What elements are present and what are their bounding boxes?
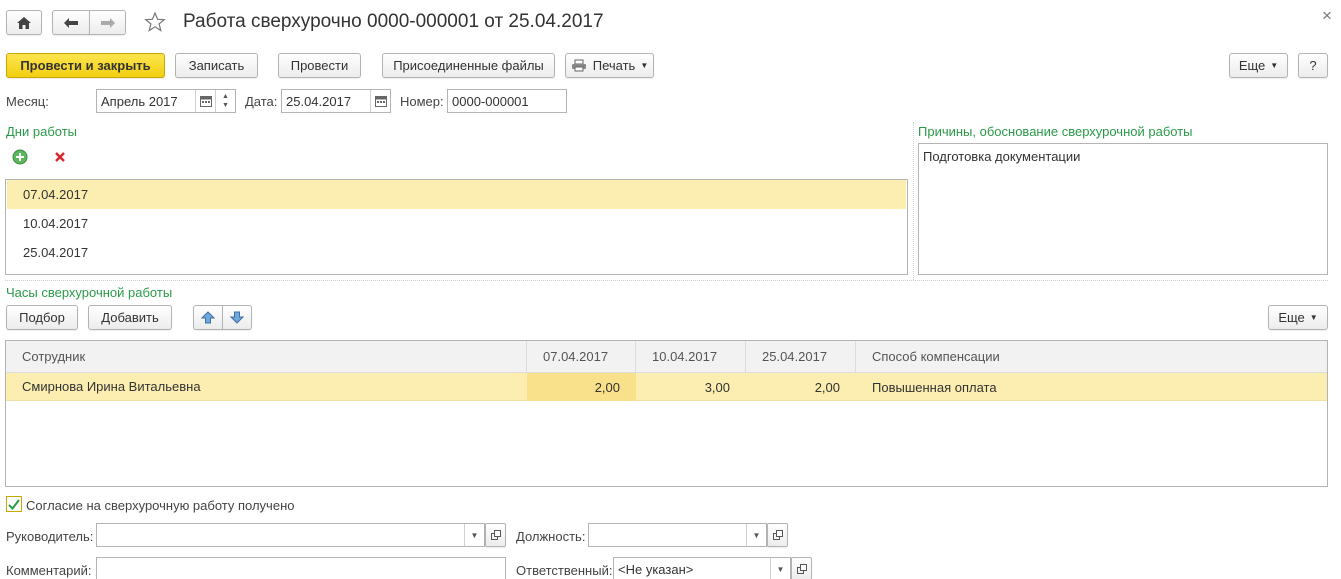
- day-value: 25.04.2017: [23, 245, 89, 260]
- list-item[interactable]: 07.04.2017: [7, 180, 906, 209]
- open-window-icon: [772, 530, 783, 540]
- print-label: Печать: [592, 58, 636, 73]
- reasons-title: Причины, обоснование сверхурочной работы: [918, 124, 1193, 139]
- arrow-right-icon: [100, 17, 115, 28]
- post-button[interactable]: Провести: [278, 53, 361, 78]
- save-button[interactable]: Записать: [175, 53, 258, 78]
- position-field[interactable]: ▼: [588, 523, 767, 547]
- list-item[interactable]: 10.04.2017: [7, 209, 906, 238]
- home-button[interactable]: [6, 10, 42, 35]
- move-down-button[interactable]: [222, 305, 252, 330]
- select-button[interactable]: Подбор: [6, 305, 78, 330]
- manager-field[interactable]: ▼: [96, 523, 485, 547]
- post-and-close-button[interactable]: Провести и закрыть: [6, 53, 165, 78]
- print-button[interactable]: Печать ▼: [565, 53, 654, 78]
- column-header-day2[interactable]: 10.04.2017: [636, 341, 746, 372]
- month-spinner[interactable]: ▲ ▼: [215, 90, 235, 112]
- position-label: Должность:: [516, 529, 586, 544]
- chevron-down-icon: ▼: [752, 530, 761, 540]
- add-button[interactable]: Добавить: [88, 305, 172, 330]
- number-label: Номер:: [400, 94, 444, 109]
- forward-button[interactable]: [89, 10, 126, 35]
- more-actions-button[interactable]: Еще ▼: [1229, 53, 1288, 78]
- number-field[interactable]: 0000-000001: [447, 89, 567, 113]
- day-value: 10.04.2017: [23, 216, 89, 231]
- chevron-down-icon: ▼: [1270, 61, 1279, 70]
- work-days-list[interactable]: 07.04.2017 10.04.2017 25.04.2017: [5, 179, 908, 275]
- hours-table[interactable]: Сотрудник 07.04.2017 10.04.2017 25.04.20…: [5, 340, 1328, 487]
- group-separator: [5, 280, 1328, 281]
- add-day-button[interactable]: [6, 145, 34, 169]
- cell-day3[interactable]: 2,00: [746, 373, 856, 401]
- comment-label: Комментарий:: [6, 563, 92, 578]
- month-label: Месяц:: [6, 94, 49, 109]
- column-header-employee[interactable]: Сотрудник: [6, 341, 527, 372]
- responsible-value: <Не указан>: [618, 561, 694, 577]
- chevron-down-icon: ▼: [470, 530, 479, 540]
- add-circle-icon: [12, 149, 28, 165]
- responsible-label: Ответственный:: [516, 563, 613, 578]
- page-title: Работа сверхурочно 0000-000001 от 25.04.…: [183, 11, 604, 32]
- checkmark-icon: [8, 498, 20, 510]
- home-icon: [17, 16, 31, 29]
- calendar-button[interactable]: [195, 90, 215, 112]
- date-calendar-button[interactable]: [370, 90, 390, 112]
- responsible-field[interactable]: <Не указан> ▼: [613, 557, 791, 579]
- responsible-dropdown-button[interactable]: ▼: [770, 558, 790, 579]
- chevron-down-icon: ▼: [1309, 313, 1318, 322]
- cell-employee[interactable]: Смирнова Ирина Витальевна: [6, 372, 527, 400]
- cell-day2[interactable]: 3,00: [636, 373, 746, 401]
- position-dropdown-button[interactable]: ▼: [746, 524, 766, 546]
- spin-down-icon[interactable]: ▼: [222, 101, 229, 110]
- month-field[interactable]: Апрель 2017 ▲ ▼: [96, 89, 236, 113]
- column-header-compensation[interactable]: Способ компенсации: [856, 341, 1327, 372]
- number-value: 0000-000001: [452, 93, 529, 109]
- cell-compensation[interactable]: Повышенная оплата: [856, 373, 1327, 401]
- chevron-down-icon: ▼: [640, 61, 649, 70]
- date-field[interactable]: 25.04.2017: [281, 89, 391, 113]
- close-icon[interactable]: ×: [1322, 6, 1332, 26]
- favorite-star-icon[interactable]: [144, 11, 166, 36]
- consent-label[interactable]: Согласие на сверхурочную работу получено: [26, 498, 294, 513]
- position-open-button[interactable]: [767, 523, 788, 547]
- open-window-icon: [490, 530, 501, 540]
- cell-day1[interactable]: 2,00: [527, 373, 636, 401]
- move-up-button[interactable]: [193, 305, 223, 330]
- column-header-day3[interactable]: 25.04.2017: [746, 341, 856, 372]
- open-window-icon: [796, 564, 807, 574]
- arrow-up-icon: [201, 311, 215, 324]
- calendar-icon: [199, 95, 212, 107]
- help-button[interactable]: ?: [1298, 53, 1328, 78]
- calendar-icon: [374, 95, 387, 107]
- delete-icon: [55, 152, 65, 162]
- reasons-textarea[interactable]: Подготовка документации: [918, 143, 1328, 275]
- date-value: 25.04.2017: [286, 93, 352, 109]
- chevron-down-icon: ▼: [776, 564, 785, 574]
- list-item[interactable]: 25.04.2017: [7, 238, 906, 267]
- column-header-day1[interactable]: 07.04.2017: [527, 341, 636, 372]
- more-label: Еще: [1238, 58, 1266, 73]
- month-value: Апрель 2017: [101, 93, 178, 109]
- responsible-open-button[interactable]: [791, 557, 812, 579]
- consent-checkbox[interactable]: [6, 496, 22, 512]
- hours-more-button[interactable]: Еще ▼: [1268, 305, 1328, 330]
- back-button[interactable]: [52, 10, 90, 35]
- group-separator: [913, 122, 914, 280]
- hours-title: Часы сверхурочной работы: [6, 285, 173, 300]
- spin-up-icon[interactable]: ▲: [222, 92, 229, 101]
- manager-label: Руководитель:: [6, 529, 94, 544]
- delete-day-button[interactable]: [46, 145, 74, 169]
- arrow-left-icon: [64, 17, 78, 28]
- more-label: Еще: [1278, 310, 1305, 325]
- day-value: 07.04.2017: [23, 187, 89, 202]
- comment-field[interactable]: [96, 557, 506, 579]
- reasons-text: Подготовка документации: [923, 149, 1081, 164]
- work-days-title: Дни работы: [6, 124, 78, 139]
- date-label: Дата:: [245, 94, 278, 109]
- arrow-down-icon: [230, 311, 244, 324]
- manager-dropdown-button[interactable]: ▼: [464, 524, 484, 546]
- attached-files-button[interactable]: Присоединенные файлы: [382, 53, 555, 78]
- printer-icon: [571, 59, 586, 72]
- manager-open-button[interactable]: [485, 523, 506, 547]
